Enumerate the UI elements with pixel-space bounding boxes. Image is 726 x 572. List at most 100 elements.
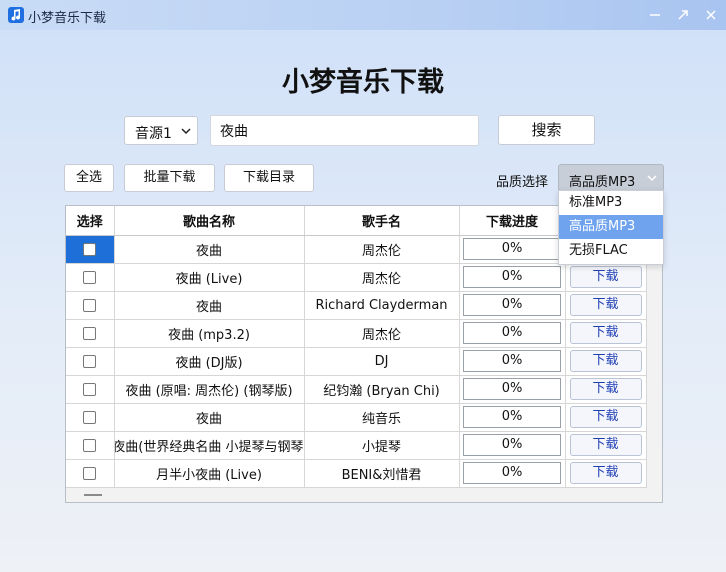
artist-name: DJ (304, 347, 460, 376)
row-checkbox[interactable] (83, 242, 97, 256)
search-input[interactable] (210, 115, 479, 146)
progress-value: 0% (463, 434, 561, 456)
progress-value: 0% (463, 322, 561, 344)
action-cell: 下载 (565, 263, 647, 292)
select-cell[interactable] (66, 291, 115, 320)
quality-select[interactable]: 高品质MP3 (558, 164, 664, 191)
minimize-icon (650, 14, 660, 16)
search-button[interactable]: 搜索 (498, 115, 595, 145)
artist-name: BENI&刘惜君 (304, 459, 460, 488)
song-name: 夜曲 (Live) (114, 263, 305, 292)
progress-cell: 0% (459, 319, 566, 348)
chevron-down-icon (647, 175, 657, 182)
download-button[interactable]: 下载 (569, 406, 642, 428)
action-cell: 下载 (565, 319, 647, 348)
song-name: 月半小夜曲 (Live) (114, 459, 305, 488)
progress-cell: 0% (459, 347, 566, 376)
artist-name: 周杰伦 (304, 263, 460, 292)
expand-icon (678, 10, 688, 20)
batch-download-button[interactable]: 批量下载 (124, 164, 215, 192)
select-cell[interactable] (66, 431, 115, 460)
quality-label: 品质选择 (496, 175, 549, 190)
progress-cell: 0% (459, 375, 566, 404)
close-icon (706, 10, 716, 20)
progress-cell: 0% (459, 431, 566, 460)
download-button[interactable]: 下载 (569, 434, 642, 456)
column-header-song: 歌曲名称 (114, 206, 305, 236)
download-button[interactable]: 下载 (569, 322, 642, 344)
table-row: 夜曲 (DJ版) DJ 0% 下载 (66, 347, 647, 376)
column-header-artist: 歌手名 (304, 206, 460, 236)
artist-name: 纪钧瀚 (Bryan Chi) (304, 375, 460, 404)
row-checkbox[interactable] (83, 298, 97, 312)
download-directory-button[interactable]: 下载目录 (224, 164, 314, 192)
window-title: 小梦音乐下载 (28, 11, 107, 26)
table-row: 夜曲 (Live) 周杰伦 0% 下载 (66, 263, 647, 292)
quality-option-high[interactable]: 高品质MP3 (559, 215, 663, 239)
progress-cell: 0% (459, 459, 566, 488)
select-all-button[interactable]: 全选 (64, 164, 114, 192)
song-name: 夜曲 (114, 291, 305, 320)
column-header-select: 选择 (66, 206, 115, 236)
table-row: 夜曲 Richard Clayderman 0% 下载 (66, 291, 647, 320)
page-title: 小梦音乐下载 (282, 67, 444, 98)
quality-option-lossless[interactable]: 无损FLAC (559, 239, 663, 263)
select-cell[interactable] (66, 347, 115, 376)
row-checkbox[interactable] (83, 270, 97, 284)
artist-name: 纯音乐 (304, 403, 460, 432)
select-cell[interactable] (66, 235, 115, 264)
row-checkbox[interactable] (83, 326, 97, 340)
title-bar: 小梦音乐下载 (0, 0, 726, 30)
song-name: 夜曲 (原唱: 周杰伦) (钢琴版) (114, 375, 305, 404)
horizontal-scrollbar[interactable] (84, 494, 102, 496)
select-cell[interactable] (66, 375, 115, 404)
table-row: 夜曲 纯音乐 0% 下载 (66, 403, 647, 432)
download-button[interactable]: 下载 (569, 378, 642, 400)
select-cell[interactable] (66, 319, 115, 348)
select-cell[interactable] (66, 263, 115, 292)
row-checkbox[interactable] (83, 382, 97, 396)
row-checkbox[interactable] (83, 438, 97, 452)
source-select[interactable]: 音源1 (124, 116, 198, 145)
progress-cell: 0% (459, 263, 566, 292)
song-name: 夜曲 (114, 403, 305, 432)
progress-cell: 0% (459, 403, 566, 432)
row-checkbox[interactable] (83, 410, 97, 424)
progress-value: 0% (463, 238, 561, 260)
row-checkbox[interactable] (83, 354, 97, 368)
progress-value: 0% (463, 294, 561, 316)
artist-name: 小提琴 (304, 431, 460, 460)
download-button[interactable]: 下载 (569, 294, 642, 316)
quality-dropdown: 标准MP3 高品质MP3 无损FLAC (558, 190, 664, 265)
quality-option-standard[interactable]: 标准MP3 (559, 191, 663, 215)
action-cell: 下载 (565, 375, 647, 404)
artist-name: Richard Clayderman (304, 291, 460, 320)
close-button[interactable] (696, 0, 726, 30)
minimize-button[interactable] (640, 0, 670, 30)
chevron-down-icon (181, 128, 191, 135)
artist-name: 周杰伦 (304, 235, 460, 264)
table-row: 夜曲(世界经典名曲 小提琴与钢琴 小提琴 0% 下载 (66, 431, 647, 460)
download-button[interactable]: 下载 (569, 266, 642, 288)
action-cell: 下载 (565, 459, 647, 488)
quality-select-value: 高品质MP3 (569, 175, 636, 190)
song-name: 夜曲 (DJ版) (114, 347, 305, 376)
progress-value: 0% (463, 406, 561, 428)
song-name: 夜曲(世界经典名曲 小提琴与钢琴 (114, 431, 305, 460)
download-button[interactable]: 下载 (569, 350, 642, 372)
select-cell[interactable] (66, 403, 115, 432)
progress-cell: 0% (459, 235, 566, 264)
download-button[interactable]: 下载 (569, 462, 642, 484)
table-row: 夜曲 (原唱: 周杰伦) (钢琴版) 纪钧瀚 (Bryan Chi) 0% 下载 (66, 375, 647, 404)
column-header-progress: 下载进度 (459, 206, 566, 236)
artist-name: 周杰伦 (304, 319, 460, 348)
action-cell: 下载 (565, 347, 647, 376)
action-cell: 下载 (565, 403, 647, 432)
progress-value: 0% (463, 378, 561, 400)
maximize-button[interactable] (668, 0, 698, 30)
action-cell: 下载 (565, 291, 647, 320)
song-name: 夜曲 (mp3.2) (114, 319, 305, 348)
select-cell[interactable] (66, 459, 115, 488)
source-select-value: 音源1 (135, 126, 172, 142)
row-checkbox[interactable] (83, 466, 97, 480)
